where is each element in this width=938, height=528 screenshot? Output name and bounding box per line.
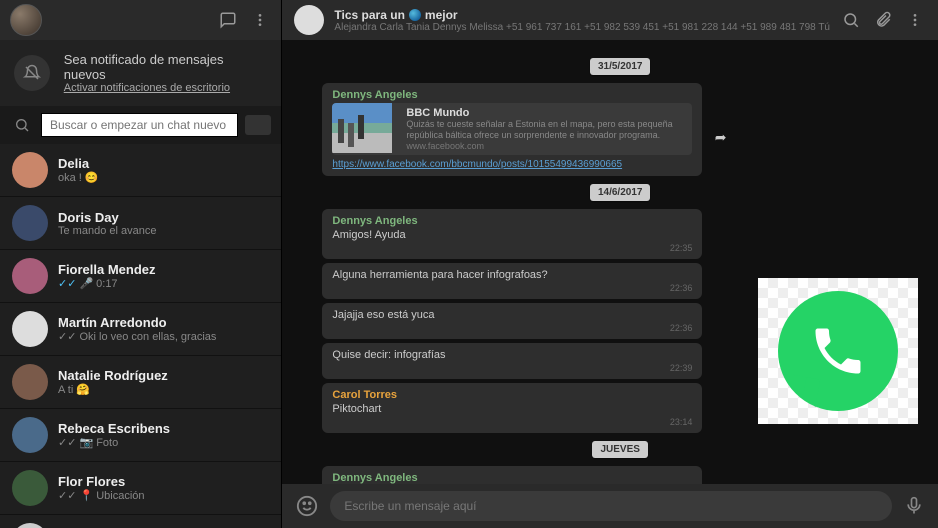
message-bubble[interactable]: Carol Torres Piktochart 23:14	[322, 383, 702, 433]
chat-preview: ✓✓ Oki lo veo con ellas, gracias	[58, 330, 269, 343]
group-members: Alejandra Carla Tania Dennys Melissa +51…	[334, 22, 830, 33]
message-bubble[interactable]: Dennys Angeles Amigos! Ayuda 22:35	[322, 209, 702, 259]
chat-list-item[interactable]: Martín Arredondo✓✓ Oki lo veo con ellas,…	[0, 303, 281, 356]
message-text: Piktochart	[332, 403, 692, 415]
message-input[interactable]	[330, 491, 892, 521]
search-trailing	[245, 115, 271, 135]
chat-preview: ✓✓🎤 0:17	[58, 277, 269, 290]
message-bubble[interactable]: Jajajja eso está yuca 22:36	[322, 303, 702, 339]
message-time: 22:36	[332, 283, 692, 293]
message-text: Alguna herramienta para hacer infografoa…	[332, 269, 692, 281]
message-time: 22:39	[332, 363, 692, 373]
chat-menu-icon[interactable]	[904, 9, 926, 31]
emoji-icon[interactable]	[296, 495, 318, 517]
menu-icon[interactable]	[249, 9, 271, 31]
preview-desc: Quizás te cueste señalar a Estonia en el…	[406, 119, 686, 141]
chat-list-item[interactable]: Flor Flores✓✓ 📍 Ubicación	[0, 462, 281, 515]
new-chat-icon[interactable]	[217, 9, 239, 31]
message-sender: Dennys Angeles	[332, 89, 692, 101]
chat-list-item[interactable]: Deliaoka ! 😊	[0, 144, 281, 197]
date-chip: 31/5/2017	[590, 58, 651, 75]
chat-avatar	[12, 364, 48, 400]
bell-off-icon	[14, 55, 50, 91]
chat-avatar	[12, 258, 48, 294]
left-header	[0, 0, 281, 40]
chat-preview: ✓✓ 📷 Foto	[58, 436, 269, 449]
chat-list-item[interactable]: Doris DayTe mando el avance	[0, 197, 281, 250]
messages-area[interactable]: 31/5/2017 Dennys Angeles BBC Mundo Quizá…	[282, 40, 938, 484]
chat-list-item[interactable]: Natalie RodríguezA ti 🤗	[0, 356, 281, 409]
conversation-panel: Tics para un mejor Alejandra Carla Tania…	[282, 0, 938, 528]
forward-icon[interactable]: ➦	[715, 129, 727, 146]
notif-title: Sea notificado de mensajes nuevos	[64, 52, 268, 82]
group-avatar[interactable]	[294, 5, 324, 35]
conversation-header: Tics para un mejor Alejandra Carla Tania…	[282, 0, 938, 40]
chat-name: Rebeca Escribens	[58, 421, 269, 436]
chat-name: Natalie Rodríguez	[58, 368, 269, 383]
chat-avatar	[12, 152, 48, 188]
chat-list-item[interactable]: ReuGladys: Segundo piso	[0, 515, 281, 528]
composer	[282, 484, 938, 528]
message-sender: Dennys Angeles	[332, 472, 692, 484]
globe-icon	[409, 9, 421, 21]
chat-list-item[interactable]: Rebeca Escribens✓✓ 📷 Foto	[0, 409, 281, 462]
message-link[interactable]: https://www.facebook.com/bbcmundo/posts/…	[332, 159, 692, 170]
preview-image	[332, 103, 392, 153]
message-bubble[interactable]: Dennys Angeles Gracias!!	[322, 466, 702, 484]
message-sender: Dennys Angeles	[332, 215, 692, 227]
message-time: 23:14	[332, 417, 692, 427]
chat-list-panel: Sea notificado de mensajes nuevos Activa…	[0, 0, 282, 528]
search-row	[0, 106, 281, 144]
chat-preview: ✓✓ 📍 Ubicación	[58, 489, 269, 502]
mic-icon[interactable]	[904, 496, 924, 516]
search-input[interactable]	[42, 114, 237, 136]
message-time: 22:36	[332, 323, 692, 333]
chat-preview: Te mando el avance	[58, 225, 269, 237]
group-name: Tics para un mejor	[334, 8, 830, 22]
attach-icon[interactable]	[872, 9, 894, 31]
date-chip: JUEVES	[592, 441, 647, 458]
message-text: Jajajja eso está yuca	[332, 309, 692, 321]
preview-title: BBC Mundo	[406, 107, 686, 119]
message-text: Quise decir: infografías	[332, 349, 692, 361]
chat-name: Doris Day	[58, 210, 269, 225]
chat-name: Martín Arredondo	[58, 315, 269, 330]
notification-banner: Sea notificado de mensajes nuevos Activa…	[0, 40, 281, 106]
chat-avatar	[12, 417, 48, 453]
message-bubble[interactable]: Dennys Angeles BBC Mundo Quizás te cuest…	[322, 83, 702, 176]
chat-name: Fiorella Mendez	[58, 262, 269, 277]
my-avatar[interactable]	[10, 4, 42, 36]
chat-preview: oka ! 😊	[58, 171, 269, 184]
chat-avatar	[12, 311, 48, 347]
chat-avatar	[12, 523, 48, 528]
message-bubble[interactable]: Alguna herramienta para hacer infografoa…	[322, 263, 702, 299]
whatsapp-logo-overlay	[758, 278, 918, 424]
chat-avatar	[12, 205, 48, 241]
chat-name: Flor Flores	[58, 474, 269, 489]
preview-domain: www.facebook.com	[406, 141, 686, 151]
chat-preview: A ti 🤗	[58, 383, 269, 396]
chat-avatar	[12, 470, 48, 506]
search-icon	[10, 117, 34, 133]
chat-list-item[interactable]: Fiorella Mendez✓✓🎤 0:17	[0, 250, 281, 303]
chat-name: Delia	[58, 156, 269, 171]
notif-enable-link[interactable]: Activar notificaciones de escritorio	[64, 82, 268, 94]
message-sender: Carol Torres	[332, 389, 692, 401]
search-in-chat-icon[interactable]	[840, 9, 862, 31]
message-time: 22:35	[332, 243, 692, 253]
message-text: Amigos! Ayuda	[332, 229, 692, 241]
chat-list: Deliaoka ! 😊Doris DayTe mando el avanceF…	[0, 144, 281, 528]
message-bubble[interactable]: Quise decir: infografías 22:39	[322, 343, 702, 379]
date-chip: 14/6/2017	[590, 184, 651, 201]
link-preview[interactable]: BBC Mundo Quizás te cueste señalar a Est…	[332, 103, 692, 155]
